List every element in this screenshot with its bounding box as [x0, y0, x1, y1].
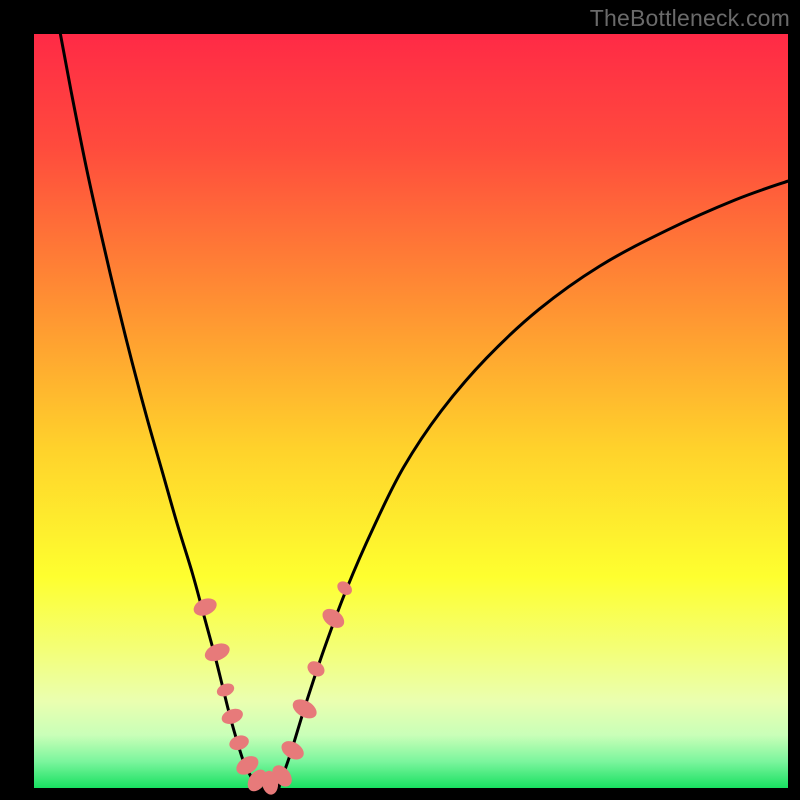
data-marker — [220, 706, 245, 727]
data-marker — [227, 733, 250, 752]
plot-area — [34, 34, 788, 788]
chart-curves-layer — [34, 34, 788, 788]
watermark-text: TheBottleneck.com — [590, 5, 790, 32]
data-marker — [289, 695, 320, 722]
bottleneck-curve — [60, 34, 788, 788]
data-marker — [278, 737, 307, 763]
chart-root: TheBottleneck.com — [0, 0, 800, 800]
